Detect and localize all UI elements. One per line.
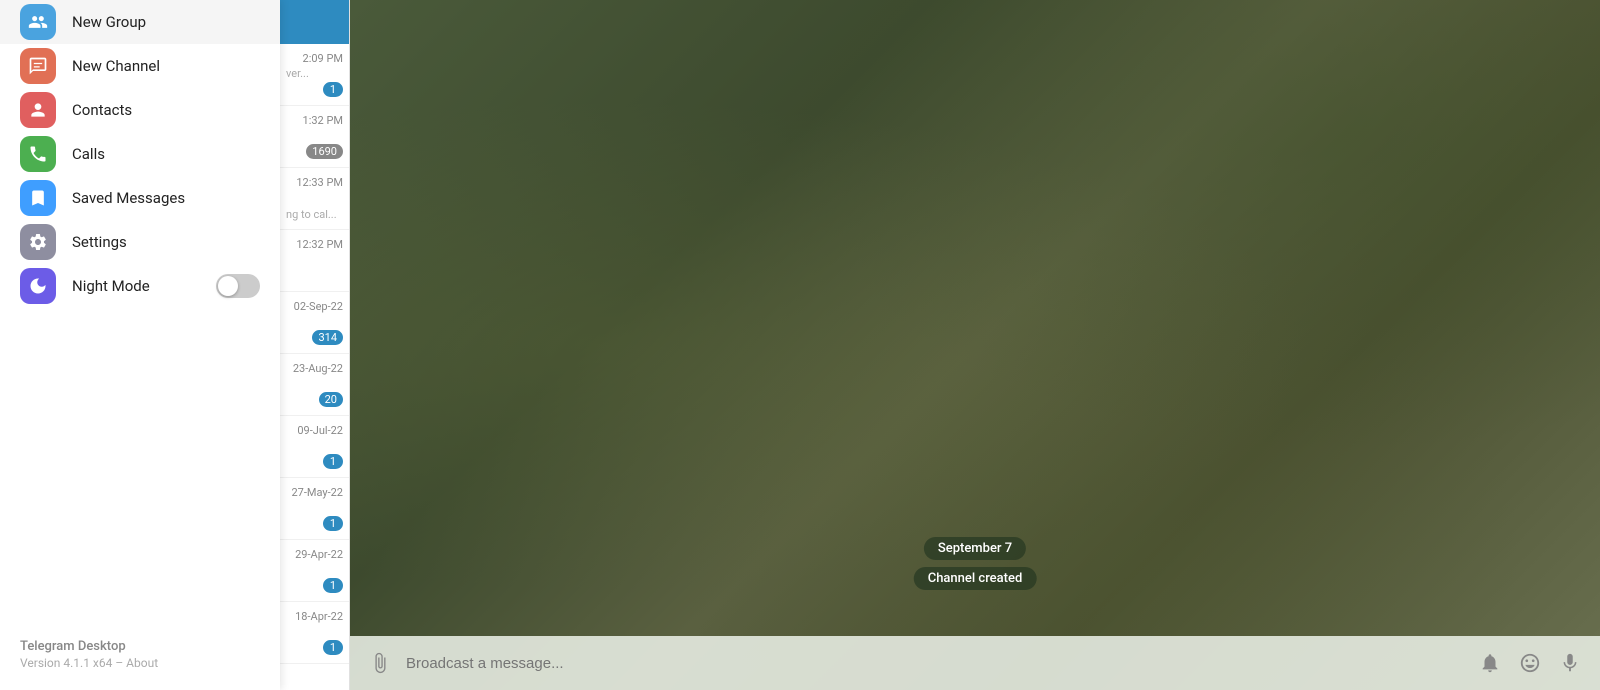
night-mode-label: Night Mode bbox=[72, 277, 150, 295]
app-name: Telegram Desktop bbox=[20, 639, 158, 654]
sidebar-item-saved-messages[interactable]: Saved Messages bbox=[0, 176, 280, 220]
chat-list-item[interactable]: 12:32 PM bbox=[280, 230, 349, 292]
new-channel-label: New Channel bbox=[72, 57, 160, 75]
chat-list-item[interactable]: 2:09 PM ver... 1 bbox=[280, 44, 349, 106]
sidebar-item-night-mode[interactable]: Night Mode bbox=[0, 264, 280, 308]
contacts-label: Contacts bbox=[72, 101, 132, 119]
channel-created-badge: Channel created bbox=[914, 567, 1037, 590]
chat-list-item[interactable]: 1:32 PM 1690 bbox=[280, 106, 349, 168]
chat-list-item[interactable]: 12:33 PM ng to cal... bbox=[280, 168, 349, 230]
sidebar-menu: New Group New Channel Contacts Calls bbox=[0, 0, 280, 690]
version-text[interactable]: Version 4.1.1 x64 – About bbox=[20, 656, 158, 670]
group-icon bbox=[20, 4, 56, 40]
settings-icon bbox=[20, 224, 56, 260]
chat-list-item[interactable]: 29-Apr-22 1 bbox=[280, 540, 349, 602]
chat-list-header bbox=[280, 0, 349, 44]
main-chat-area: September 7 Channel created bbox=[350, 0, 1600, 690]
chat-list-item[interactable]: 09-Jul-22 1 bbox=[280, 416, 349, 478]
date-badge: September 7 bbox=[924, 537, 1026, 560]
new-group-label: New Group bbox=[72, 13, 146, 31]
sidebar-item-calls[interactable]: Calls bbox=[0, 132, 280, 176]
chat-list-item[interactable]: 18-Apr-22 1 bbox=[280, 602, 349, 664]
contacts-icon bbox=[20, 92, 56, 128]
sidebar-item-settings[interactable]: Settings bbox=[0, 220, 280, 264]
sidebar-footer: Telegram Desktop Version 4.1.1 x64 – Abo… bbox=[20, 639, 158, 670]
channel-icon bbox=[20, 48, 56, 84]
night-mode-icon bbox=[20, 268, 56, 304]
message-input[interactable] bbox=[406, 655, 1464, 672]
night-mode-toggle[interactable] bbox=[216, 274, 260, 298]
sidebar-item-new-group[interactable]: New Group bbox=[0, 0, 280, 44]
message-input-bar bbox=[350, 636, 1600, 690]
calls-icon bbox=[20, 136, 56, 172]
chat-list-panel: 2:09 PM ver... 1 1:32 PM 1690 12:33 PM n… bbox=[280, 0, 350, 690]
chat-list-item[interactable]: 02-Sep-22 314 bbox=[280, 292, 349, 354]
emoji-button[interactable] bbox=[1516, 649, 1544, 677]
settings-label: Settings bbox=[72, 233, 127, 251]
toggle-knob bbox=[218, 276, 238, 296]
calls-label: Calls bbox=[72, 145, 105, 163]
mic-button[interactable] bbox=[1556, 649, 1584, 677]
chat-list-item[interactable]: 23-Aug-22 20 bbox=[280, 354, 349, 416]
chat-list-item[interactable]: 27-May-22 1 bbox=[280, 478, 349, 540]
sidebar-item-contacts[interactable]: Contacts bbox=[0, 88, 280, 132]
attach-button[interactable] bbox=[366, 649, 394, 677]
saved-messages-icon bbox=[20, 180, 56, 216]
bell-button[interactable] bbox=[1476, 649, 1504, 677]
sidebar-item-new-channel[interactable]: New Channel bbox=[0, 44, 280, 88]
saved-messages-label: Saved Messages bbox=[72, 189, 185, 207]
